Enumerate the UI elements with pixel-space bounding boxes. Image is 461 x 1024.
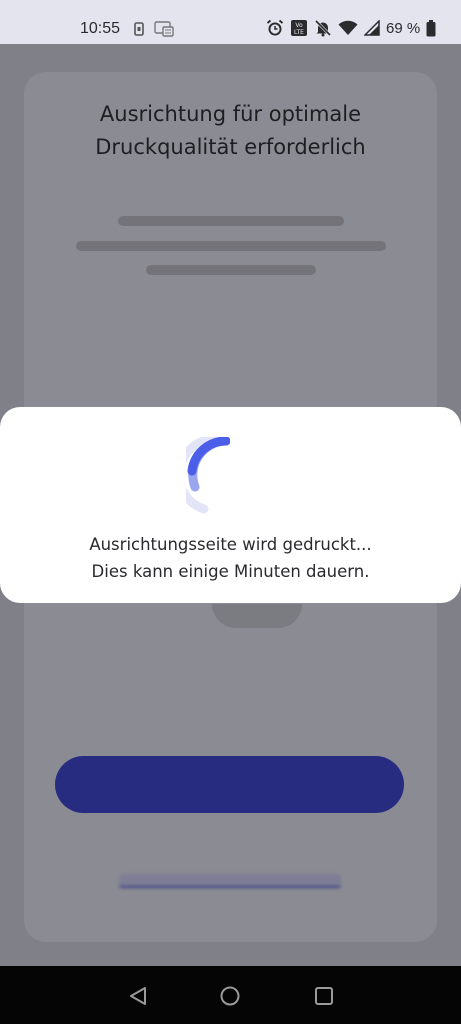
notifications-muted-icon: [314, 19, 332, 37]
page-title-line2: Druckqualität erforderlich: [95, 135, 366, 159]
blurred-illustration: [212, 604, 302, 628]
svg-text:Vo: Vo: [295, 22, 303, 29]
dialog-message-line2: Dies kann einige Minuten dauern.: [91, 562, 370, 581]
battery-percent: 69 %: [386, 19, 421, 37]
blurred-link: [119, 874, 341, 888]
wifi-icon: [338, 20, 358, 35]
blurred-description-line: [76, 241, 386, 251]
page-title-line1: Ausrichtung für optimale: [99, 102, 362, 126]
navigation-bar: [0, 966, 461, 1024]
status-time: 10:55: [80, 20, 121, 37]
page-title: Ausrichtung für optimale Druckqualität e…: [0, 98, 461, 164]
continue-button: [55, 756, 404, 813]
cell-signal-icon: [364, 20, 380, 36]
blurred-description-line: [118, 216, 344, 226]
progress-dialog: Ausrichtungsseite wird gedruckt... Dies …: [0, 407, 461, 603]
dialog-message-line1: Ausrichtungsseite wird gedruckt...: [89, 535, 372, 554]
recents-icon[interactable]: [312, 984, 336, 1008]
svg-text:LTE: LTE: [294, 29, 304, 36]
blurred-description-line: [146, 265, 316, 275]
screen-cast-icon: [154, 21, 174, 37]
back-icon[interactable]: [126, 984, 150, 1008]
loading-spinner-icon: [186, 437, 230, 514]
status-right-icons: Vo LTE 69 %: [266, 19, 436, 37]
battery-icon: [426, 19, 436, 36]
status-bar: 10:55 Vo LTE 69 %: [0, 0, 461, 44]
dialog-message: Ausrichtungsseite wird gedruckt... Dies …: [0, 531, 461, 585]
status-left-icons: [134, 21, 174, 37]
sim-card-icon: [134, 22, 144, 36]
volte-icon: Vo LTE: [291, 20, 307, 36]
home-icon[interactable]: [218, 984, 242, 1008]
alarm-icon: [266, 19, 284, 36]
